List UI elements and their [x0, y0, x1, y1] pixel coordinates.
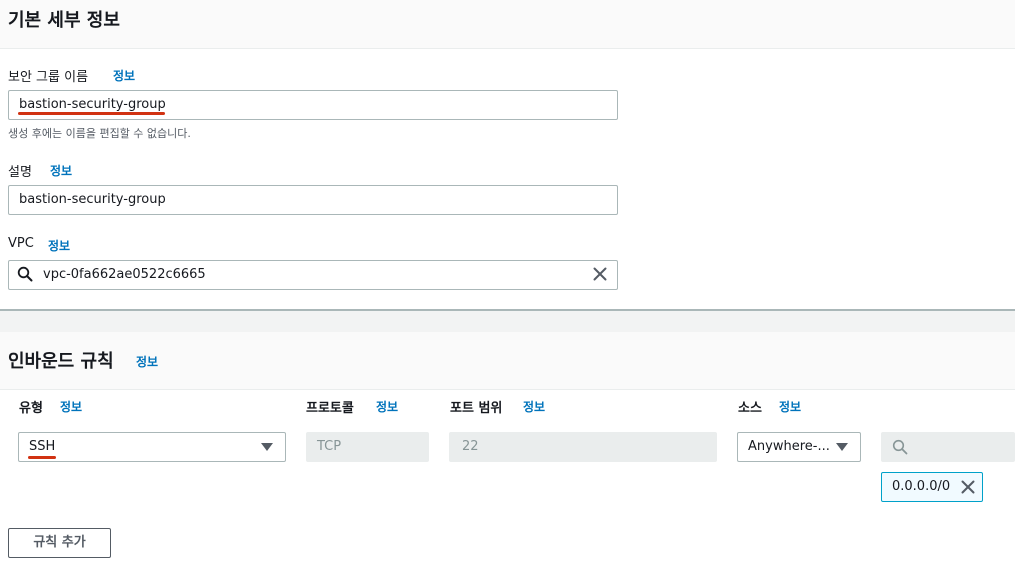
description-label: 설명	[8, 165, 32, 180]
add-rule-label: 규칙 추가	[33, 535, 86, 550]
col-port-header: 포트 범위	[450, 401, 503, 416]
vpc-clear-close-icon[interactable]	[593, 267, 607, 281]
cidr-search-icon	[892, 439, 908, 455]
rule-protocol-field: TCP	[306, 432, 429, 462]
col-port-info-link[interactable]: 정보	[523, 398, 545, 415]
vpc-info-link[interactable]: 정보	[48, 237, 70, 254]
description-value: bastion-security-group	[19, 192, 166, 207]
sg-name-hint: 생성 후에는 이름을 편집할 수 없습니다.	[8, 127, 191, 140]
cidr-token: 0.0.0.0/0	[881, 472, 983, 502]
rule-source-caret-down-icon	[836, 443, 848, 451]
add-rule-button[interactable]: 규칙 추가	[8, 528, 111, 558]
basic-details-title: 기본 세부 정보	[8, 10, 120, 31]
sg-name-input[interactable]: bastion-security-group	[8, 90, 618, 120]
basic-details-header	[0, 0, 1015, 49]
description-info-link[interactable]: 정보	[50, 162, 72, 179]
col-type-header: 유형	[19, 401, 43, 416]
rule-type-caret-down-icon	[261, 443, 273, 451]
sg-name-info-link[interactable]: 정보	[113, 67, 135, 84]
rule-type-value: SSH	[29, 439, 56, 454]
inbound-rules-title: 인바운드 규칙	[8, 351, 114, 372]
col-protocol-header: 프로토콜	[306, 401, 354, 416]
rule-port-field: 22	[449, 432, 717, 462]
col-protocol-info-link[interactable]: 정보	[376, 398, 398, 415]
col-type-info-link[interactable]: 정보	[60, 398, 82, 415]
col-source-info-link[interactable]: 정보	[779, 398, 801, 415]
col-source-header: 소스	[738, 401, 762, 416]
rule-type-select[interactable]: SSH	[18, 432, 286, 462]
rule-protocol-value: TCP	[317, 439, 342, 454]
description-input[interactable]: bastion-security-group	[8, 185, 618, 215]
section-divider	[0, 309, 1015, 332]
cidr-token-remove-close-icon[interactable]	[961, 480, 975, 494]
rule-source-value: Anywhere-...	[748, 439, 830, 454]
vpc-label: VPC	[8, 236, 34, 251]
rule-port-value: 22	[462, 439, 479, 454]
search-icon	[17, 266, 33, 282]
vpc-value: vpc-0fa662ae0522c6665	[43, 267, 206, 282]
rule-type-highlight-underline	[28, 456, 56, 459]
sg-name-highlight-underline	[18, 112, 165, 115]
vpc-select-input[interactable]: vpc-0fa662ae0522c6665	[8, 260, 618, 290]
sg-name-label: 보안 그룹 이름	[8, 70, 89, 85]
sg-name-value: bastion-security-group	[19, 97, 166, 112]
cidr-token-value: 0.0.0.0/0	[892, 479, 951, 494]
inbound-rules-info-link[interactable]: 정보	[136, 353, 158, 370]
